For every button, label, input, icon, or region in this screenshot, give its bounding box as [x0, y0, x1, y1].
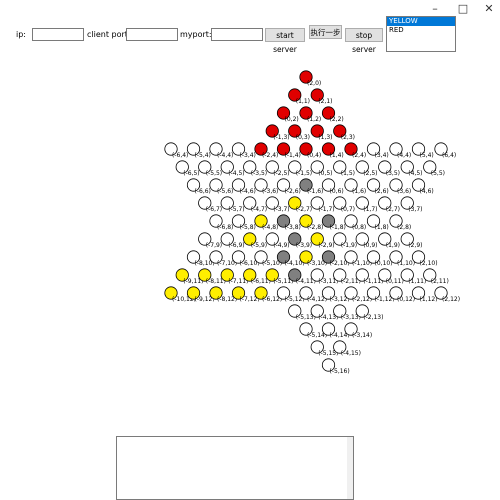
board-cell-label: (-1,5)	[296, 170, 312, 177]
board-cell-label: (-2,8)	[307, 224, 323, 231]
board-cell-label: (-5,7)	[228, 206, 244, 213]
board-cell-label: (2,7)	[386, 206, 400, 213]
board-cell-label: (1,7)	[363, 206, 377, 213]
board-cell-label: (-3,9)	[296, 242, 312, 249]
board-cell-label: (2,12)	[442, 296, 460, 303]
board-cell-label: (-4,4)	[217, 152, 233, 159]
board-cell-label: (-6,7)	[206, 206, 222, 213]
board-cell-label: (0,4)	[307, 152, 321, 159]
board-cell-label: (-5,16)	[330, 368, 350, 375]
board-cell-label: (-3,14)	[352, 332, 372, 339]
board-cell-label: (-1,6)	[307, 188, 323, 195]
message-area[interactable]	[116, 436, 354, 500]
board-cell-label: (-2,5)	[273, 170, 289, 177]
board-cell-label: (-3,4)	[240, 152, 256, 159]
board-cell-label: (1,11)	[408, 278, 426, 285]
board-cell-label: (0,3)	[296, 134, 310, 141]
board-cell-label: (-6,4)	[172, 152, 188, 159]
board-cell-label: (-2,13)	[363, 314, 383, 321]
board-cell-label: (-3,7)	[273, 206, 289, 213]
board-cell-label: (1,4)	[330, 152, 344, 159]
board-cell-label: (1,1)	[296, 98, 310, 105]
board-cell-label: (1,3)	[318, 134, 332, 141]
board-cell-label: (4,5)	[408, 170, 422, 177]
board-cell-label: (2,5)	[363, 170, 377, 177]
board-cell-label: (-5,9)	[251, 242, 267, 249]
board-cell-label: (3,5)	[386, 170, 400, 177]
board-cell-label: (1,2)	[307, 116, 321, 123]
board-cell-label: (-7,9)	[206, 242, 222, 249]
board-cell-label: (1,6)	[352, 188, 366, 195]
board-cell-label: (0,7)	[341, 206, 355, 213]
game-board: (2,0) (1,1) (2,1) (0,2) (1,2) (2,2) (-1,3) (0,3…	[164, 70, 460, 375]
board-cell-label: (1,10)	[397, 260, 415, 267]
board-cell-label: (-5,5)	[206, 170, 222, 177]
board-cell-label: (-4,9)	[273, 242, 289, 249]
board-cell-label: (4,4)	[397, 152, 411, 159]
board-cell-label: (-3,8)	[285, 224, 301, 231]
board-cell-label: (2,9)	[408, 242, 422, 249]
board-cell-label: (-6,6)	[195, 188, 211, 195]
board-cell-label: (-6,8)	[217, 224, 233, 231]
board-cell-label: (0,10)	[375, 260, 393, 267]
board-cell-label: (-4,6)	[240, 188, 256, 195]
board-cell-label: (-6,5)	[183, 170, 199, 177]
board-cell-label: (-1,7)	[318, 206, 334, 213]
board-cell-label: (3,7)	[408, 206, 422, 213]
board-cell-label: (1,5)	[341, 170, 355, 177]
board-cell-label: (-2,7)	[296, 206, 312, 213]
board-cell-label: (-1,8)	[330, 224, 346, 231]
board-cell-label: (0,2)	[285, 116, 299, 123]
board-cell-label: (-4,8)	[262, 224, 278, 231]
board-cell-label: (-4,7)	[251, 206, 267, 213]
board-cell-label: (2,6)	[375, 188, 389, 195]
board-cell-label: (2,10)	[420, 260, 438, 267]
board-cell-label: (2,1)	[318, 98, 332, 105]
board-cell-label: (-1,9)	[341, 242, 357, 249]
board-cell-label: (2,8)	[397, 224, 411, 231]
board-cell-label: (-5,8)	[240, 224, 256, 231]
board-cell-label: (-5,4)	[195, 152, 211, 159]
board-cell-label: (2,2)	[330, 116, 344, 123]
board-cell-label: (1,12)	[420, 296, 438, 303]
board-cell-label: (0,12)	[397, 296, 415, 303]
board-cell-label: (0,6)	[330, 188, 344, 195]
board-cell-label: (-3,6)	[262, 188, 278, 195]
board-cell-label: (1,9)	[386, 242, 400, 249]
message-scrollbar[interactable]	[347, 437, 353, 499]
board-cell-label: (2,0)	[307, 80, 321, 87]
board-cell-label: (-1,3)	[273, 134, 289, 141]
board-cell-label: (2,3)	[341, 134, 355, 141]
board-cell-label: (-1,4)	[285, 152, 301, 159]
board-cell-label: (5,4)	[420, 152, 434, 159]
board-cell-label: (-6,9)	[228, 242, 244, 249]
board-cell-label: (3,4)	[375, 152, 389, 159]
board-cell-label: (0,5)	[318, 170, 332, 177]
board-cell-label: (2,4)	[352, 152, 366, 159]
board-cell-label: (-3,5)	[251, 170, 267, 177]
board-cell-label: (-2,9)	[318, 242, 334, 249]
board-cell-label: (0,9)	[363, 242, 377, 249]
board-cell-label: (3,6)	[397, 188, 411, 195]
board-cell-label: (2,11)	[431, 278, 449, 285]
board-cell-label: (0,11)	[386, 278, 404, 285]
board-cell-label: (-2,4)	[262, 152, 278, 159]
board-cell-label: (4,6)	[420, 188, 434, 195]
board-cell-label: (-4,15)	[341, 350, 361, 357]
board-cell-label: (-5,6)	[217, 188, 233, 195]
board-cell-label: (5,5)	[431, 170, 445, 177]
board-cell-label: (6,4)	[442, 152, 456, 159]
board-cell-label: (1,8)	[375, 224, 389, 231]
board-cell-label: (-2,6)	[285, 188, 301, 195]
board-cell-label: (-4,5)	[228, 170, 244, 177]
board-cell-label: (0,8)	[352, 224, 366, 231]
